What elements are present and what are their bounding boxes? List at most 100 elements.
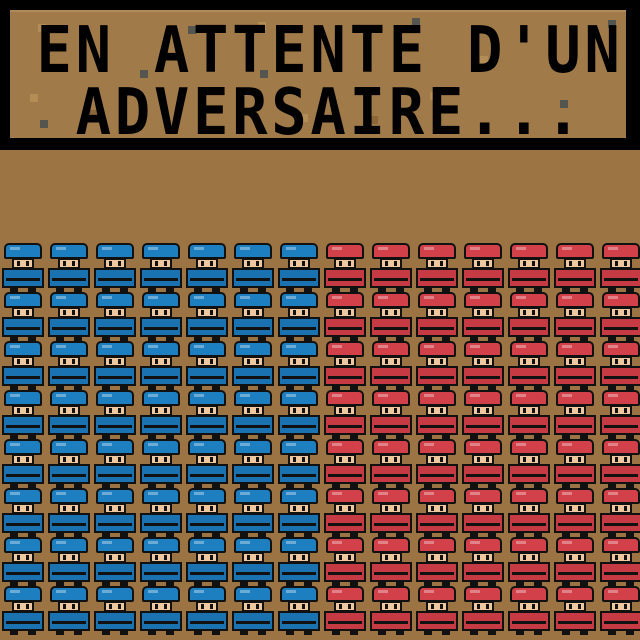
red-soldier-unit [322,292,368,341]
soldier-cap [464,488,502,504]
soldier-belt [6,278,40,281]
soldier-belt [98,327,132,330]
blue-soldier-unit [230,586,276,635]
red-soldier-unit [368,586,414,635]
red-soldier-unit [368,341,414,390]
red-soldier-unit [460,243,506,292]
red-soldier-unit [506,439,552,488]
soldier-belt [466,621,500,624]
blue-soldier-unit [184,439,230,488]
status-banner: EN ATTENTE D'UN ADVERSAIRE... [0,0,640,150]
soldier-cap [326,488,364,504]
soldier-cap [142,390,180,406]
soldier-feet [470,629,496,635]
blue-soldier-unit [92,390,138,439]
soldier-cap [96,243,134,259]
soldier-feet [102,629,128,635]
soldier-belt [282,376,316,379]
soldier-cap [188,292,226,308]
soldier-belt [466,474,500,477]
red-soldier-unit [598,292,640,341]
soldier-feet [378,629,404,635]
soldier-cap [464,439,502,455]
soldier-cap [234,390,272,406]
soldier-belt [52,278,86,281]
soldier-cap [510,586,548,602]
red-soldier-unit [598,439,640,488]
soldier-cap [50,488,88,504]
soldier-belt [52,425,86,428]
soldier-belt [558,523,592,526]
blue-soldier-unit [230,439,276,488]
soldier-cap [96,292,134,308]
red-soldier-unit [414,341,460,390]
soldier-belt [604,523,638,526]
soldier-cap [188,488,226,504]
soldier-feet [240,629,266,635]
soldier-cap [602,586,640,602]
soldier-belt [236,621,270,624]
blue-soldier-unit [46,488,92,537]
soldier-cap [326,439,364,455]
red-soldier-unit [506,341,552,390]
soldier-belt [144,523,178,526]
red-soldier-unit [414,243,460,292]
soldier-belt [328,278,362,281]
soldier-cap [372,537,410,553]
banner-panel: EN ATTENTE D'UN ADVERSAIRE... [10,10,626,138]
soldier-belt [52,621,86,624]
blue-soldier-unit [92,292,138,341]
soldier-belt [282,425,316,428]
soldier-cap [602,341,640,357]
soldier-cap [4,537,42,553]
soldier-cap [510,341,548,357]
red-soldier-unit [322,390,368,439]
red-soldier-unit [598,390,640,439]
soldier-belt [558,327,592,330]
soldier-cap [372,292,410,308]
soldier-cap [510,537,548,553]
blue-soldier-unit [138,537,184,586]
soldier-cap [372,586,410,602]
red-soldier-unit [414,537,460,586]
soldier-cap [280,390,318,406]
soldier-cap [50,292,88,308]
soldier-cap [326,537,364,553]
soldier-cap [96,586,134,602]
soldier-belt [420,327,454,330]
soldier-belt [236,278,270,281]
soldier-belt [6,474,40,477]
blue-soldier-unit [230,292,276,341]
soldier-cap [556,341,594,357]
soldier-cap [464,537,502,553]
soldier-belt [466,425,500,428]
soldier-cap [556,439,594,455]
soldier-belt [420,572,454,575]
soldier-cap [510,390,548,406]
soldier-belt [466,327,500,330]
red-soldier-unit [322,341,368,390]
red-soldier-unit [506,390,552,439]
red-soldier-unit [506,537,552,586]
soldier-cap [418,243,456,259]
soldier-cap [510,243,548,259]
red-soldier-unit [460,488,506,537]
blue-soldier-unit [184,341,230,390]
soldier-belt [52,327,86,330]
soldier-cap [188,439,226,455]
blue-soldier-unit [138,243,184,292]
blue-soldier-unit [0,390,46,439]
blue-soldier-unit [0,292,46,341]
blue-soldier-unit [0,537,46,586]
blue-soldier-unit [276,341,322,390]
soldier-belt [512,474,546,477]
soldier-cap [234,243,272,259]
soldier-belt [190,621,224,624]
soldier-belt [512,327,546,330]
soldier-belt [420,523,454,526]
red-soldier-unit [322,439,368,488]
red-soldier-unit [460,439,506,488]
blue-soldier-unit [276,586,322,635]
soldier-belt [282,278,316,281]
soldier-belt [98,425,132,428]
